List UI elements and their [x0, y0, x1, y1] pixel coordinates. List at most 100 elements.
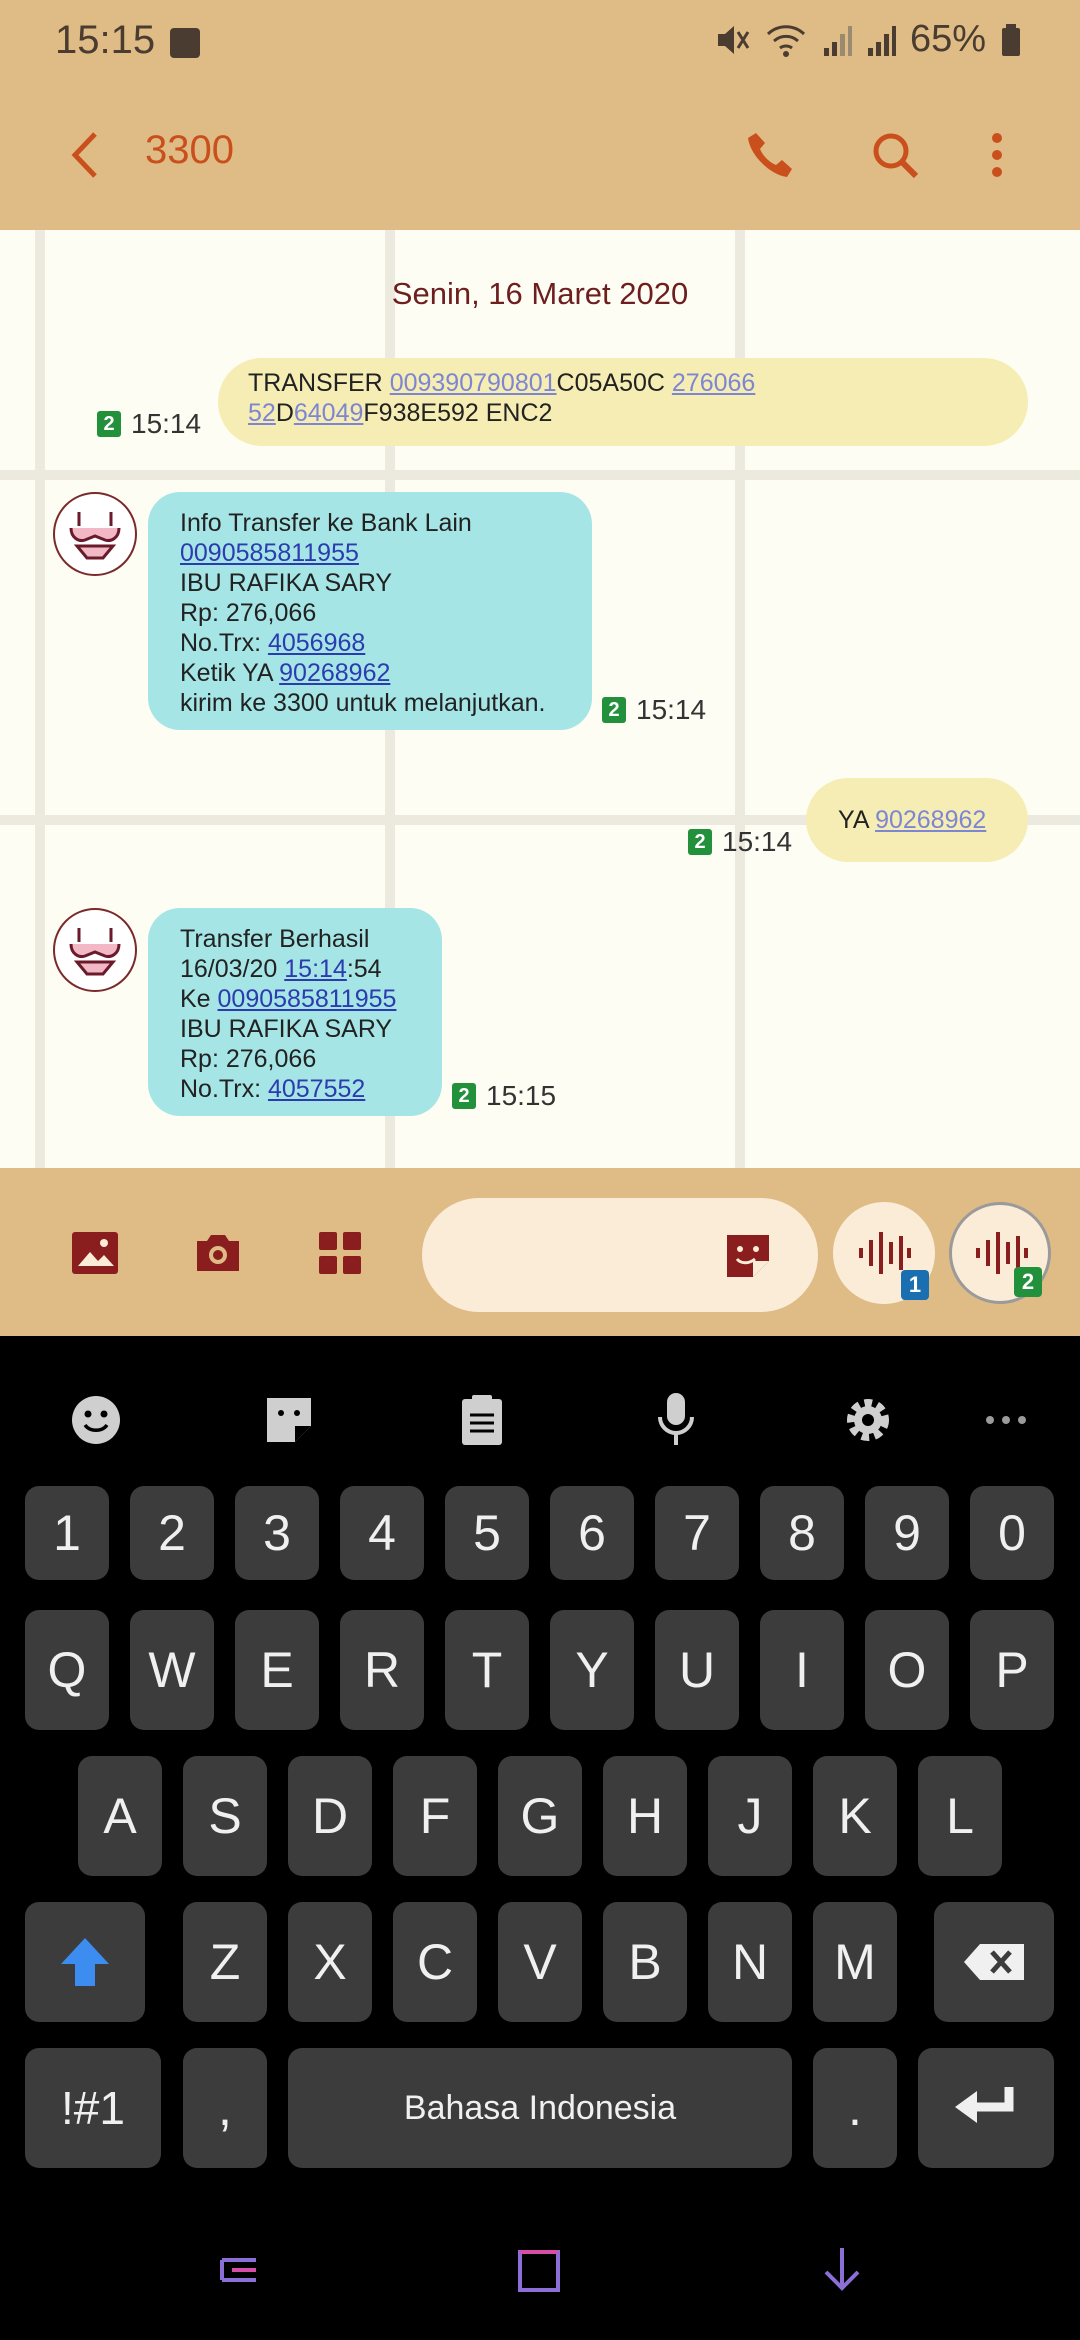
gallery-button[interactable]	[60, 1218, 130, 1288]
number-link[interactable]: 64049	[294, 399, 364, 427]
account-link[interactable]: 0090585811955	[180, 538, 560, 568]
key-w[interactable]: W	[130, 1610, 214, 1730]
key-x[interactable]: X	[288, 1902, 372, 2022]
key-k[interactable]: K	[813, 1756, 897, 1876]
key-7[interactable]: 7	[655, 1486, 739, 1580]
outgoing-message-bubble[interactable]: TRANSFER 009390790801C05A50C 276066 52D6…	[218, 358, 1028, 446]
key-e[interactable]: E	[235, 1610, 319, 1730]
key-q[interactable]: Q	[25, 1610, 109, 1730]
key-1[interactable]: 1	[25, 1486, 109, 1580]
time-link[interactable]: 15:14	[284, 955, 347, 983]
hide-keyboard-button[interactable]	[812, 2240, 872, 2300]
keyboard-settings-button[interactable]	[832, 1384, 904, 1456]
key-c[interactable]: C	[393, 1902, 477, 2022]
voice-sim2-button[interactable]: 2	[949, 1202, 1051, 1304]
key-d[interactable]: D	[288, 1756, 372, 1876]
home-button[interactable]	[510, 2240, 570, 2300]
emoji-button[interactable]	[60, 1384, 132, 1456]
key-4[interactable]: 4	[340, 1486, 424, 1580]
number-link[interactable]: 276066	[672, 369, 755, 397]
key-n[interactable]: N	[708, 1902, 792, 2022]
key-8[interactable]: 8	[760, 1486, 844, 1580]
key-i[interactable]: I	[760, 1610, 844, 1730]
battery-icon	[1002, 23, 1020, 56]
message-text: Info Transfer ke Bank Lain	[180, 509, 472, 537]
key-h[interactable]: H	[603, 1756, 687, 1876]
key-9[interactable]: 9	[865, 1486, 949, 1580]
number-link[interactable]: 52	[248, 399, 276, 427]
message-text: Rp: 276,066	[180, 599, 317, 627]
sticker-button[interactable]	[718, 1226, 778, 1286]
back-button[interactable]	[50, 120, 120, 190]
emoji-icon	[72, 1396, 120, 1444]
account-link[interactable]: 0090585811955	[218, 985, 397, 1013]
key-s[interactable]: S	[183, 1756, 267, 1876]
sim-badge: 2	[688, 829, 712, 855]
incoming-message-bubble[interactable]: Transfer Berhasil 16/03/20 15:14:54 Ke 0…	[148, 908, 442, 1116]
key-3[interactable]: 3	[235, 1486, 319, 1580]
recents-button[interactable]	[210, 2240, 270, 2300]
message-meta: 2 15:14	[97, 408, 201, 440]
attachments-button[interactable]	[305, 1218, 375, 1288]
more-options-button[interactable]	[962, 120, 1032, 190]
message-meta: 2 15:14	[602, 694, 706, 726]
key-p[interactable]: P	[970, 1610, 1054, 1730]
key-5[interactable]: 5	[445, 1486, 529, 1580]
key-o[interactable]: O	[865, 1610, 949, 1730]
clipboard-icon	[462, 1395, 502, 1445]
key-z[interactable]: Z	[183, 1902, 267, 2022]
camera-button[interactable]	[183, 1218, 253, 1288]
number-link[interactable]: 90268962	[279, 659, 390, 687]
key-y[interactable]: Y	[550, 1610, 634, 1730]
space-key[interactable]: Bahasa Indonesia	[288, 2048, 792, 2168]
key-j[interactable]: J	[708, 1756, 792, 1876]
key-l[interactable]: L	[918, 1756, 1002, 1876]
contact-avatar[interactable]	[53, 908, 137, 992]
message-text: F938E592 ENC2	[363, 399, 553, 427]
key-2[interactable]: 2	[130, 1486, 214, 1580]
key-0[interactable]: 0	[970, 1486, 1054, 1580]
key-g[interactable]: G	[498, 1756, 582, 1876]
outgoing-message-bubble[interactable]: YA 90268962	[806, 778, 1028, 862]
microphone-icon	[658, 1393, 694, 1445]
key-r[interactable]: R	[340, 1610, 424, 1730]
incoming-message-bubble[interactable]: Info Transfer ke Bank Lain 0090585811955…	[148, 492, 592, 730]
message-meta: 2 15:15	[452, 1080, 556, 1112]
key-u[interactable]: U	[655, 1610, 739, 1730]
shift-key[interactable]	[25, 1902, 145, 2022]
keyboard-sticker-button[interactable]	[253, 1384, 325, 1456]
number-link[interactable]: 4057552	[268, 1075, 365, 1103]
more-tools-button[interactable]	[970, 1384, 1042, 1456]
number-link[interactable]: 4056968	[268, 629, 365, 657]
key-t[interactable]: T	[445, 1610, 529, 1730]
background-grid-line	[0, 470, 1080, 480]
keyboard: 1 2 3 4 5 6 7 8 9 0 Q W E R T Y U I O P …	[0, 1336, 1080, 2340]
message-text: Ketik YA	[180, 659, 280, 687]
call-button[interactable]	[735, 120, 805, 190]
number-link[interactable]: 009390790801	[390, 369, 557, 397]
number-link[interactable]: 90268962	[875, 806, 986, 834]
period-key[interactable]: .	[813, 2048, 897, 2168]
chevron-down-icon	[824, 2248, 860, 2291]
message-list[interactable]: Senin, 16 Maret 2020 2 15:14 TRANSFER 00…	[0, 230, 1080, 1168]
key-6[interactable]: 6	[550, 1486, 634, 1580]
key-a[interactable]: A	[78, 1756, 162, 1876]
search-button[interactable]	[860, 120, 930, 190]
clipboard-button[interactable]	[446, 1384, 518, 1456]
background-grid-line	[35, 230, 45, 1168]
key-f[interactable]: F	[393, 1756, 477, 1876]
contact-avatar[interactable]	[53, 492, 137, 576]
key-m[interactable]: M	[813, 1902, 897, 2022]
key-v[interactable]: V	[498, 1902, 582, 2022]
backspace-key[interactable]	[934, 1902, 1054, 2022]
key-b[interactable]: B	[603, 1902, 687, 2022]
message-input[interactable]	[422, 1198, 818, 1312]
comma-key[interactable]: ,	[183, 2048, 267, 2168]
message-text: 16/03/20	[180, 955, 285, 983]
symbols-key[interactable]: !#1	[25, 2048, 161, 2168]
voice-sim1-button[interactable]: 1	[833, 1202, 935, 1304]
voice-input-button[interactable]	[640, 1384, 712, 1456]
message-text: C05A50C	[556, 369, 672, 397]
enter-key[interactable]	[918, 2048, 1054, 2168]
home-nav-icon	[518, 2250, 560, 2292]
